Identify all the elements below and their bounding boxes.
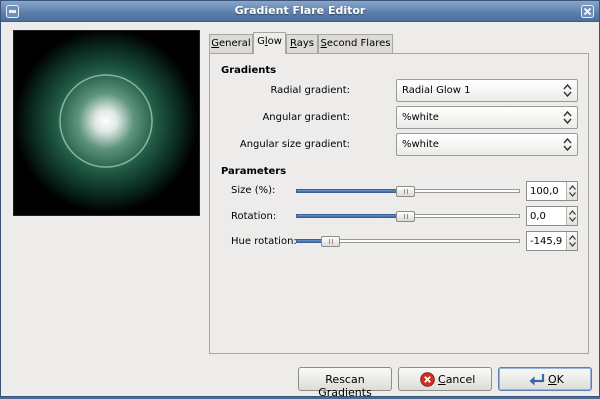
angular-size-gradient-combo[interactable]: %white xyxy=(396,133,578,156)
cancel-label: Cancel xyxy=(438,373,476,386)
rescan-gradients-label: Rescan Gradients xyxy=(318,373,372,399)
parameters-section-title: Parameters xyxy=(221,166,287,177)
rotation-spinbutton[interactable]: 0,0 xyxy=(526,206,578,226)
angular-gradient-combo[interactable]: %white xyxy=(396,106,578,129)
spin-buttons[interactable] xyxy=(566,207,577,225)
chevron-down-icon[interactable] xyxy=(569,217,576,222)
enter-arrow-icon xyxy=(529,374,545,386)
glow-tab-panel: Gradients Radial gradient: Radial Glow 1… xyxy=(209,53,589,354)
angular-gradient-label: Angular gradient: xyxy=(262,112,350,123)
tab-rays[interactable]: Rays xyxy=(286,34,318,53)
hue-rotation-spinbutton[interactable]: -145,9 xyxy=(526,231,578,251)
grip-icon xyxy=(404,189,408,194)
size-spinbutton[interactable]: 100,0 xyxy=(526,181,578,201)
slider-fill xyxy=(296,189,406,193)
chevron-down-icon[interactable] xyxy=(569,192,576,197)
flare-preview xyxy=(13,30,200,216)
spin-buttons[interactable] xyxy=(566,182,577,200)
slider-handle[interactable] xyxy=(396,186,415,197)
close-icon[interactable] xyxy=(581,5,594,18)
angular-gradient-value: %white xyxy=(402,112,439,123)
chevron-down-icon[interactable] xyxy=(569,242,576,247)
tab-second-flares[interactable]: Second Flares xyxy=(318,34,393,53)
grip-icon xyxy=(404,214,408,219)
glow-gradient-disc xyxy=(14,31,198,213)
title-bar[interactable]: Gradient Flare Editor xyxy=(1,1,599,22)
cancel-button[interactable]: Cancel xyxy=(398,367,492,391)
rescan-gradients-button[interactable]: Rescan Gradients xyxy=(298,367,392,399)
up-down-arrows-icon xyxy=(563,83,572,98)
radial-gradient-combo[interactable]: Radial Glow 1 xyxy=(396,79,578,102)
radial-gradient-label: Radial gradient: xyxy=(270,85,350,96)
rotation-slider[interactable] xyxy=(296,211,520,222)
hue-rotation-value: -145,9 xyxy=(530,236,563,247)
up-down-arrows-icon xyxy=(563,110,572,125)
cancel-icon xyxy=(420,372,435,387)
slider-handle[interactable] xyxy=(396,211,415,222)
hue-rotation-label: Hue rotation: xyxy=(231,236,297,247)
up-down-arrows-icon xyxy=(563,137,572,152)
gradient-flare-editor-window: Gradient Flare Editor General Glow Rays … xyxy=(0,0,600,399)
hue-rotation-slider[interactable] xyxy=(296,236,520,247)
ok-label: OK xyxy=(548,373,564,386)
tab-general[interactable]: General xyxy=(209,34,253,53)
radial-gradient-value: Radial Glow 1 xyxy=(402,85,471,96)
size-label: Size (%): xyxy=(231,185,276,196)
spin-buttons[interactable] xyxy=(566,232,577,250)
chevron-up-icon[interactable] xyxy=(569,185,576,190)
size-value: 100,0 xyxy=(530,186,559,197)
window-title: Gradient Flare Editor xyxy=(234,4,366,17)
chevron-up-icon[interactable] xyxy=(569,235,576,240)
chevron-up-icon[interactable] xyxy=(569,210,576,215)
ok-button[interactable]: OK xyxy=(498,367,592,391)
tab-glow[interactable]: Glow xyxy=(253,32,286,54)
grip-icon xyxy=(329,239,333,244)
rotation-value: 0,0 xyxy=(530,211,546,222)
angular-size-gradient-label: Angular size gradient: xyxy=(239,139,350,150)
slider-fill xyxy=(296,214,406,218)
gradients-section-title: Gradients xyxy=(221,65,277,76)
angular-size-gradient-value: %white xyxy=(402,139,439,150)
rotation-label: Rotation: xyxy=(231,211,277,222)
size-slider[interactable] xyxy=(296,186,520,197)
slider-handle[interactable] xyxy=(321,236,340,247)
